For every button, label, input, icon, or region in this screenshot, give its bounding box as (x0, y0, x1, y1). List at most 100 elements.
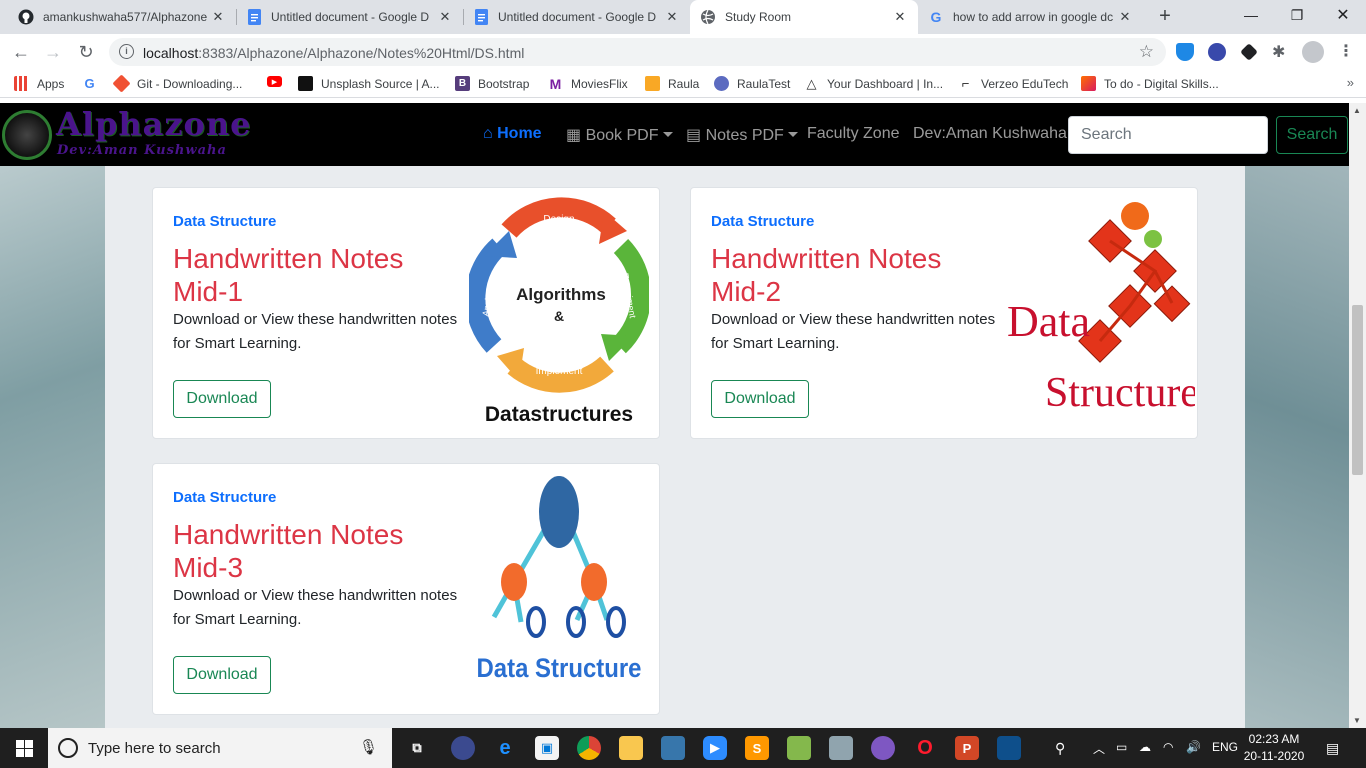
bookmark-git[interactable]: Git - Downloading... (112, 74, 242, 93)
maximize-icon[interactable]: ❐ (1274, 0, 1320, 30)
minimize-icon[interactable]: — (1228, 0, 1274, 30)
taskbar-search-box[interactable]: Type here to search 🎙 (48, 728, 392, 768)
store-icon[interactable]: ▣ (535, 736, 559, 760)
back-arrow-icon[interactable]: ← (9, 40, 33, 64)
card-description: Download or View these handwritten notes… (173, 311, 458, 352)
moviesflix-icon: M (549, 75, 562, 92)
tab-google-docs-2[interactable]: Untitled document - Google D ✕ (463, 0, 690, 34)
scrollbar-thumb[interactable] (1352, 305, 1363, 475)
new-tab-button[interactable]: + (1153, 5, 1177, 29)
tab-google-search[interactable]: G how to add arrow in google dc ✕ (918, 0, 1143, 34)
nav-home[interactable]: ⌂ Home (483, 125, 542, 143)
github-desktop-icon[interactable] (871, 736, 895, 760)
bookmark-google[interactable]: G (82, 76, 105, 91)
tab-github[interactable]: amankushwaha577/Alphazone ✕ (8, 0, 236, 34)
scroll-up-icon[interactable]: ▲ (1353, 106, 1361, 115)
people-icon[interactable]: ⚲ (1055, 740, 1065, 757)
tab-title: amankushwaha577/Alphazone (43, 10, 208, 24)
close-icon[interactable]: ✕ (437, 9, 453, 25)
nav-faculty-zone[interactable]: Faculty Zone (807, 125, 899, 143)
download-button[interactable]: Download (711, 380, 809, 418)
windows-start-icon[interactable] (0, 728, 48, 768)
background-image-left (0, 103, 105, 728)
bookmark-todo[interactable]: To do - Digital Skills... (1081, 76, 1219, 91)
browser-toolbar: ← → ↻ i localhost:8383/Alphazone/Alphazo… (0, 34, 1366, 70)
logo-globe-icon[interactable] (2, 110, 52, 160)
profile-avatar[interactable] (1302, 41, 1324, 63)
browser-tab-strip: amankushwaha577/Alphazone ✕ Untitled doc… (0, 0, 1366, 34)
site-search-input[interactable] (1068, 116, 1268, 154)
zoom-icon[interactable]: ▶ (703, 736, 727, 760)
bookmark-raulatest[interactable]: RaulaTest (714, 76, 790, 91)
site-info-icon[interactable]: i (119, 44, 134, 59)
address-bar[interactable]: i localhost:8383/Alphazone/Alphazone/Not… (109, 38, 1166, 66)
download-button[interactable]: Download (173, 380, 271, 418)
close-icon[interactable]: ✕ (1117, 9, 1133, 25)
puzzle-extensions-icon[interactable]: ✱ (1272, 42, 1290, 61)
tab-study-room[interactable]: Study Room ✕ (690, 0, 918, 34)
microphone-icon[interactable]: 🎙 (359, 738, 378, 756)
scroll-down-icon[interactable]: ▼ (1353, 716, 1361, 725)
volume-icon[interactable]: 🔊 (1186, 740, 1201, 754)
todo-icon (1081, 76, 1096, 91)
image-caption: Datastructures (485, 403, 633, 426)
eclipse-icon[interactable] (451, 736, 475, 760)
sublime-text-icon[interactable]: S (745, 736, 769, 760)
bookmark-raula[interactable]: Raula (645, 76, 699, 91)
nav-developer[interactable]: Dev:Aman Kushwaha (913, 125, 1067, 143)
shield-extension-icon[interactable] (1176, 43, 1194, 61)
bootstrap-icon: B (455, 76, 470, 91)
onedrive-icon[interactable]: ☁ (1139, 740, 1151, 754)
powerpoint-icon[interactable]: P (955, 736, 979, 760)
bookmark-bootstrap[interactable]: B Bootstrap (455, 76, 529, 91)
image-word-structure: Structure (1045, 370, 1195, 416)
virtual-machine-icon[interactable] (829, 736, 853, 760)
algorithms-cycle-image: Design Experiment Implement Analyze Algo… (465, 196, 652, 428)
file-explorer-icon[interactable] (619, 736, 643, 760)
extension-icon[interactable] (1208, 43, 1226, 61)
caret-down-icon (662, 132, 673, 137)
caret-down-icon (787, 132, 798, 137)
netbeans-icon[interactable] (787, 736, 811, 760)
tab-title: Study Room (725, 10, 792, 24)
system-clock[interactable]: 02:23 AM 20-11-2020 (1242, 731, 1306, 765)
logo-title[interactable]: Alphazone (56, 105, 252, 143)
bookmark-moviesflix[interactable]: M MoviesFlix (548, 75, 628, 92)
pdf-file-icon: ▤ (686, 127, 702, 144)
reload-icon[interactable]: ↻ (74, 40, 98, 64)
github-icon (18, 9, 34, 25)
bookmark-unsplash[interactable]: Unsplash Source | A... (298, 76, 440, 91)
bookmarks-overflow-icon[interactable]: » (1347, 75, 1354, 90)
bookmark-youtube[interactable]: ▶ (267, 76, 290, 87)
notification-center-icon[interactable]: ▤ (1326, 740, 1339, 757)
tab-google-docs-1[interactable]: Untitled document - Google D ✕ (236, 0, 463, 34)
forward-arrow-icon[interactable]: → (41, 40, 65, 64)
more-menu-icon[interactable]: ⋮ (1338, 41, 1356, 60)
site-search-button[interactable]: Search (1276, 116, 1348, 154)
note-card-mid-2: Data Structure Handwritten Notes Mid-2 D… (690, 187, 1199, 439)
bookmark-star-icon[interactable]: ☆ (1139, 42, 1154, 62)
language-indicator[interactable]: ENG (1212, 740, 1238, 754)
bookmark-verzeo[interactable]: ⌐ Verzeo EduTech (958, 76, 1069, 91)
window-close-icon[interactable]: ✕ (1320, 0, 1366, 30)
photos-icon[interactable] (997, 736, 1021, 760)
close-icon[interactable]: ✕ (210, 9, 226, 25)
nav-notes-pdf[interactable]: ▤ Notes PDF (686, 125, 798, 145)
page-viewport: Alphazone Dev:Aman Kushwaha ⌂ Home ▦ Boo… (0, 103, 1349, 728)
bookmark-apps[interactable]: Apps (14, 76, 64, 91)
close-icon[interactable]: ✕ (664, 9, 680, 25)
show-hidden-icons[interactable]: ︿ (1093, 740, 1105, 757)
nav-book-pdf[interactable]: ▦ Book PDF (566, 125, 673, 145)
bookmark-dashboard[interactable]: △ Your Dashboard | In... (804, 76, 944, 91)
battery-icon[interactable]: ▭ (1116, 740, 1127, 754)
edge-browser-icon[interactable]: e (493, 736, 517, 760)
raula-icon (645, 76, 660, 91)
python-icon[interactable] (661, 736, 685, 760)
chrome-icon[interactable] (577, 736, 601, 760)
opera-icon[interactable]: O (913, 736, 937, 760)
wifi-icon[interactable]: ◠ (1163, 740, 1173, 754)
task-view-icon[interactable]: ⧉ (405, 736, 429, 760)
page-scrollbar[interactable]: ▲ ▼ (1349, 103, 1366, 728)
download-button[interactable]: Download (173, 656, 271, 694)
close-icon[interactable]: ✕ (892, 9, 908, 25)
